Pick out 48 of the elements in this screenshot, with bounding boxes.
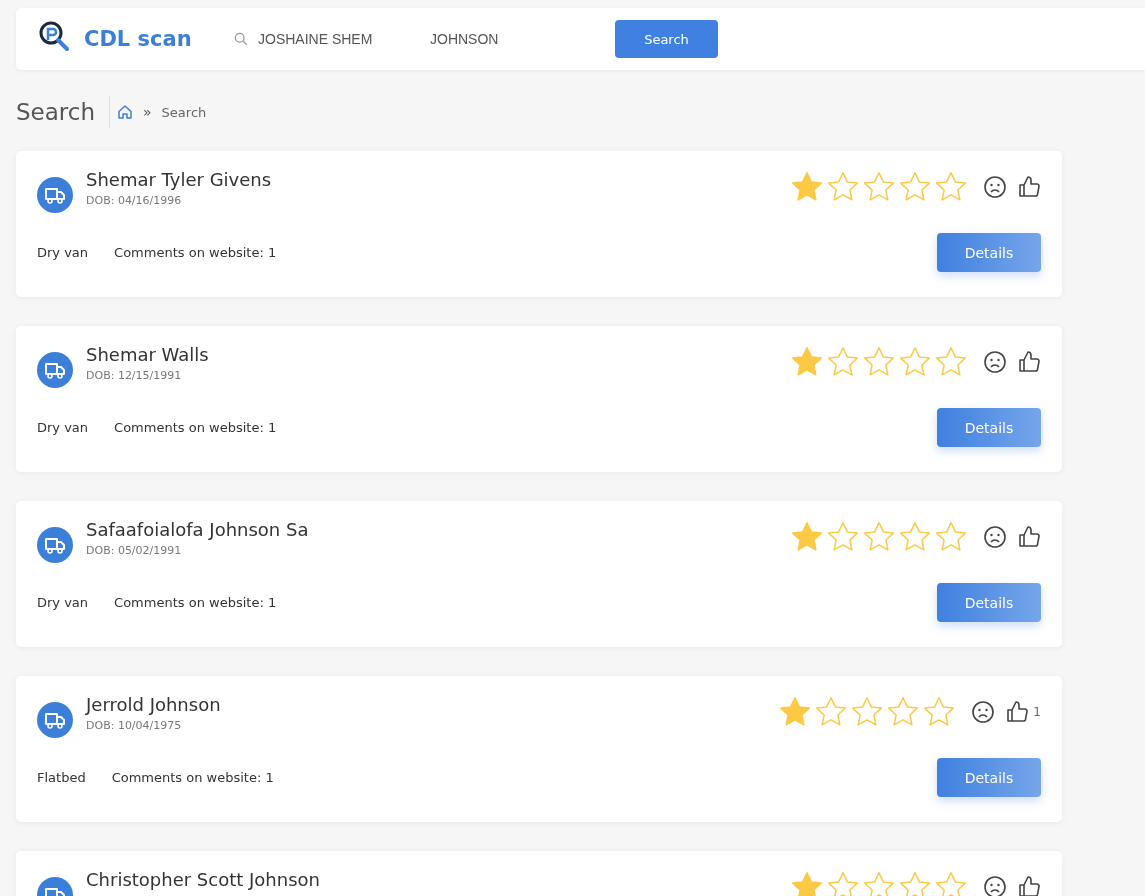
brand-name: CDL scan (84, 27, 193, 51)
thumbs-up-icon[interactable] (1017, 350, 1041, 374)
sad-face-icon[interactable] (971, 700, 996, 724)
breadcrumb-current: Search (161, 104, 207, 120)
details-button[interactable]: Details (937, 408, 1041, 447)
search-icon (234, 32, 248, 46)
like-count: 1 (1033, 705, 1041, 719)
thumbs-up-icon[interactable] (1017, 525, 1041, 549)
comment-count: Comments on website: 1 (111, 770, 274, 785)
home-icon[interactable] (117, 104, 134, 120)
truck-icon (37, 352, 73, 388)
page-title: Search (16, 99, 96, 125)
driver-name: Safaafoialofa Johnson Sa (86, 519, 310, 540)
driver-dob: DOB: 04/16/1996 (86, 194, 183, 207)
truck-icon (37, 527, 73, 563)
last-name-search-field[interactable]: JOHNSON (430, 31, 610, 47)
sad-face-icon[interactable] (983, 175, 1007, 199)
star-rating[interactable] (789, 869, 969, 896)
driver-dob: DOB: 05/02/1991 (86, 544, 183, 557)
comment-count: Comments on website: 1 (114, 245, 277, 260)
comment-count: Comments on website: 1 (114, 595, 277, 610)
driver-dob: DOB: 10/04/1975 (86, 719, 183, 732)
details-button[interactable]: Details (937, 583, 1041, 622)
star-icon (789, 869, 825, 896)
driver-name: Shemar Tyler Givens (86, 169, 273, 190)
sad-face-icon[interactable] (983, 525, 1007, 549)
details-button[interactable]: Details (937, 758, 1041, 797)
trailer-type: Dry van (37, 420, 89, 435)
truck-icon (37, 177, 73, 213)
driver-dob: DOB: 12/15/1991 (86, 369, 183, 382)
trailer-type: Flatbed (37, 770, 86, 785)
breadcrumb-separator: » (143, 104, 152, 120)
sad-face-icon[interactable] (983, 875, 1007, 896)
search-button[interactable]: Search (615, 20, 718, 58)
details-button[interactable]: Details (937, 233, 1041, 272)
sad-face-icon[interactable] (983, 350, 1007, 374)
thumbs-up-icon[interactable] (1017, 875, 1041, 896)
driver-name: Christopher Scott Johnson (86, 869, 321, 890)
driver-name: Jerrold Johnson (86, 694, 222, 715)
thumbs-up-icon[interactable] (1017, 175, 1041, 199)
trailer-type: Dry van (37, 245, 89, 260)
driver-name: Shemar Walls (86, 344, 210, 365)
thumbs-up-icon[interactable] (1005, 700, 1030, 724)
truck-icon (37, 702, 73, 738)
trailer-type: Dry van (37, 595, 89, 610)
magnifier-logo-icon (38, 20, 70, 52)
comment-count: Comments on website: 1 (114, 420, 277, 435)
first-name-search-field[interactable]: JOSHAINE SHEM (234, 31, 414, 47)
